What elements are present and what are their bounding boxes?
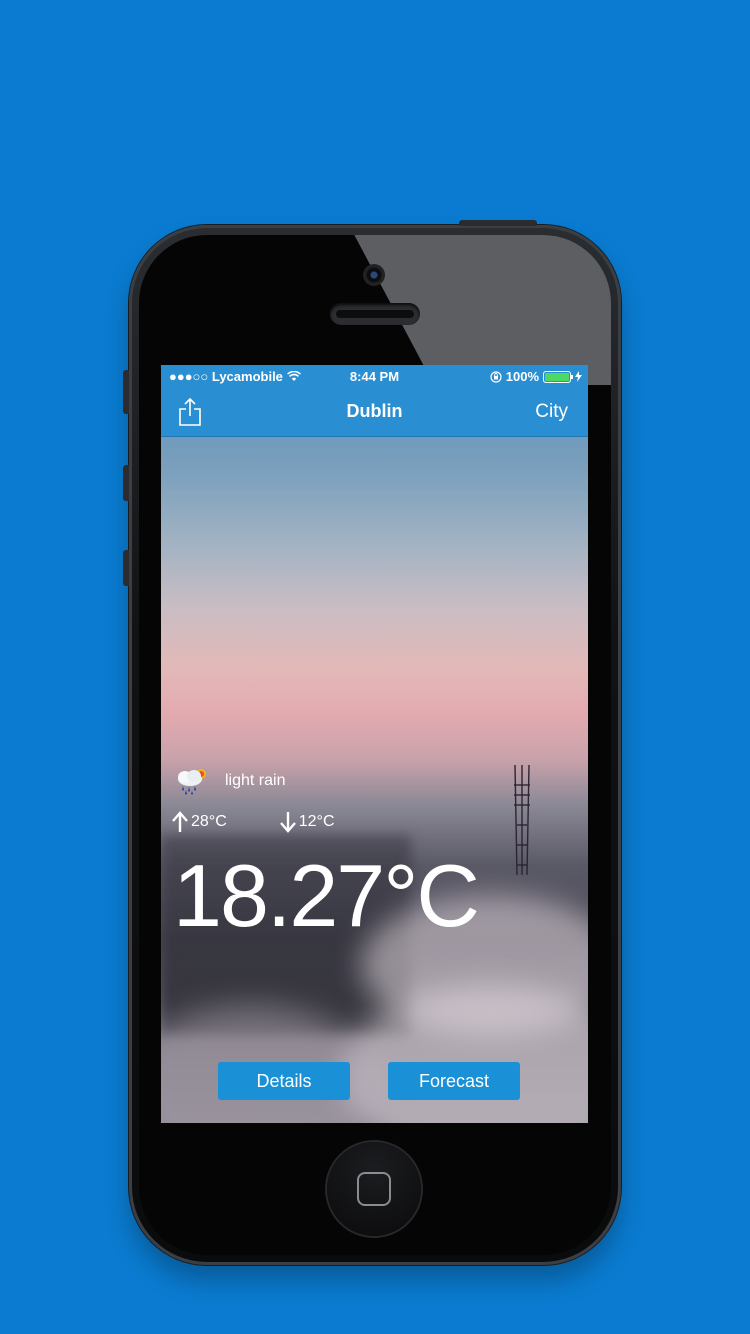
details-button[interactable]: Details: [218, 1062, 350, 1100]
weather-condition-label: light rain: [225, 772, 286, 789]
arrow-up-icon: [172, 811, 188, 832]
app-screen: ●●●○○ Lycamobile 8:44 PM 100% Dublin Cit…: [161, 365, 588, 1123]
high-temp-value: 28°C: [191, 813, 227, 830]
mute-switch: [123, 370, 129, 414]
arrow-down-icon: [279, 812, 296, 833]
battery-fill: [545, 372, 569, 381]
sutro-tower-icon: [514, 765, 530, 876]
home-button[interactable]: [327, 1142, 421, 1236]
current-temperature: 18.27°C: [173, 846, 480, 945]
earpiece-speaker: [330, 303, 420, 325]
high-low-temps: 28°C 12°C: [171, 811, 335, 833]
battery-group: 100%: [490, 369, 582, 384]
battery-icon: [543, 370, 573, 383]
volume-up-button: [123, 465, 129, 501]
orientation-lock-icon: [490, 370, 502, 383]
high-temp: 28°C: [171, 811, 227, 833]
city-button[interactable]: City: [535, 401, 568, 423]
low-temp-value: 12°C: [298, 813, 335, 830]
nav-bar: Dublin City: [161, 387, 588, 437]
battery-percent: 100%: [505, 369, 539, 384]
forecast-button[interactable]: Forecast: [388, 1062, 520, 1100]
status-bar: ●●●○○ Lycamobile 8:44 PM 100%: [161, 365, 588, 387]
low-temp: 12°C: [279, 811, 335, 833]
weather-condition: light rain: [175, 767, 285, 795]
home-button-icon: [357, 1172, 391, 1206]
page-title: Dublin: [346, 401, 403, 421]
power-button: [459, 220, 537, 226]
volume-down-button: [123, 550, 129, 586]
rain-cloud-sun-icon: [178, 769, 206, 795]
charging-bolt-icon: [575, 371, 582, 382]
front-camera: [363, 264, 385, 286]
